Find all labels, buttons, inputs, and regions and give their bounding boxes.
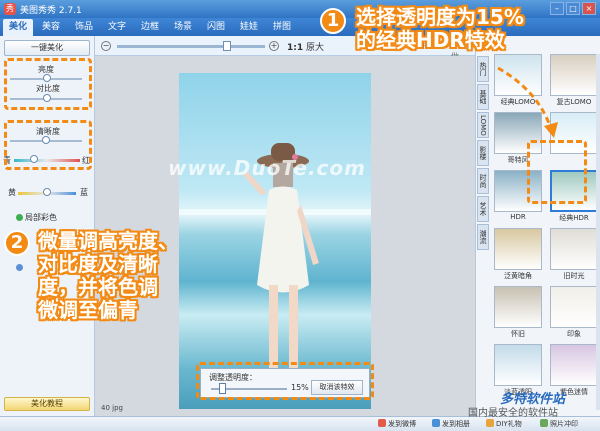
effect-preview-image bbox=[494, 228, 542, 270]
one-click-beautify-button[interactable]: 一键美化 bbox=[4, 40, 90, 56]
local-color-button[interactable]: 局部彩色 bbox=[16, 212, 57, 223]
effect-thumbnail[interactable]: 泛黄暗角 bbox=[494, 228, 542, 280]
share-weibo-button[interactable]: 发到微博 bbox=[378, 419, 416, 429]
effect-preview-image bbox=[550, 286, 598, 328]
effect-name-label: 旧时光 bbox=[563, 272, 585, 280]
app-title: 美图秀秀 2.7.1 bbox=[20, 6, 82, 16]
effect-preview-image bbox=[550, 228, 598, 270]
tab-fashion[interactable]: 时尚 bbox=[477, 168, 489, 194]
edited-photo[interactable] bbox=[179, 73, 371, 409]
diy-gift-button[interactable]: DIY礼物 bbox=[486, 419, 522, 429]
tab-studio[interactable]: 影楼 bbox=[477, 140, 489, 166]
weibo-icon bbox=[378, 419, 386, 427]
footer-watermark: 国内最安全的软件站 bbox=[468, 408, 558, 419]
gift-icon bbox=[486, 419, 494, 427]
share-album-button[interactable]: 发到相册 bbox=[432, 419, 470, 429]
effect-preview-image bbox=[494, 286, 542, 328]
tool-icon bbox=[16, 264, 23, 271]
palette-icon bbox=[16, 214, 23, 221]
album-icon bbox=[432, 419, 440, 427]
zoom-slider-thumb[interactable] bbox=[223, 41, 231, 51]
effect-thumbnail[interactable]: 印象 bbox=[550, 286, 598, 338]
effects-scrollbar[interactable] bbox=[596, 54, 600, 410]
step-1-arrow-icon bbox=[497, 66, 558, 138]
highlight-transparency bbox=[196, 362, 374, 400]
blue-label: 蓝 bbox=[80, 188, 88, 197]
step-1-text: 选择透明度为15% 的经典HDR特效 bbox=[356, 5, 524, 52]
effect-thumbnail[interactable]: 旧时光 bbox=[550, 228, 598, 280]
print-icon bbox=[540, 419, 548, 427]
effect-name-label: 怀旧 bbox=[511, 330, 525, 338]
zoom-out-icon[interactable]: − bbox=[101, 41, 111, 51]
app-logo-icon: 秀 bbox=[4, 3, 16, 15]
zoom-ratio[interactable]: 1:1 原大 bbox=[287, 40, 324, 53]
effect-preview-image bbox=[494, 344, 542, 386]
close-button[interactable]: × bbox=[582, 2, 596, 15]
effect-name-label: 经典HDR bbox=[559, 214, 589, 222]
tab-doll[interactable]: 娃娃 bbox=[234, 19, 264, 36]
effect-thumbnail[interactable]: 怀旧 bbox=[494, 286, 542, 338]
image-size-label: 40 jpg bbox=[101, 404, 123, 412]
step-2-badge: 2 bbox=[4, 230, 30, 256]
tab-beautify[interactable]: 美化 bbox=[3, 19, 33, 36]
effect-name-label: 泛黄暗角 bbox=[504, 272, 532, 280]
window-controls: – □ × bbox=[550, 2, 596, 15]
beautify-tutorial-button[interactable]: 美化教程 bbox=[4, 397, 90, 411]
maximize-button[interactable]: □ bbox=[566, 2, 580, 15]
tab-accessories[interactable]: 饰品 bbox=[69, 19, 99, 36]
highlight-brightness-contrast bbox=[4, 58, 92, 110]
effect-name-label: 印象 bbox=[567, 330, 581, 338]
tab-collage[interactable]: 拼图 bbox=[267, 19, 297, 36]
tab-border[interactable]: 边框 bbox=[135, 19, 165, 36]
zoom-slider[interactable] bbox=[117, 45, 265, 48]
effect-preview-image bbox=[550, 344, 598, 386]
yellow-blue-slider-thumb[interactable] bbox=[43, 188, 51, 196]
tab-basic[interactable]: 基础 bbox=[477, 84, 489, 110]
yellow-label: 黄 bbox=[8, 188, 16, 197]
tab-popular[interactable]: 热门 bbox=[477, 56, 489, 82]
tab-trend[interactable]: 潮流 bbox=[477, 224, 489, 250]
photo-print-button[interactable]: 照片冲印 bbox=[540, 419, 578, 429]
step-2-text: 微量调高亮度、 对比度及清晰 度，并将色调 微调至偏青 bbox=[38, 229, 178, 322]
tab-flash[interactable]: 闪图 bbox=[201, 19, 231, 36]
tab-scene[interactable]: 场景 bbox=[168, 19, 198, 36]
zoom-in-icon[interactable]: + bbox=[269, 41, 279, 51]
highlight-clarity-tone bbox=[4, 120, 92, 170]
tool-item-1[interactable] bbox=[16, 263, 25, 272]
step-1-badge: 1 bbox=[320, 8, 346, 34]
tab-text[interactable]: 文字 bbox=[102, 19, 132, 36]
effect-name-label: HDR bbox=[510, 213, 526, 221]
tab-lomo[interactable]: LOMO bbox=[477, 112, 489, 138]
site-watermark: www.DuoTe.com bbox=[168, 156, 366, 180]
tab-beauty[interactable]: 美容 bbox=[36, 19, 66, 36]
tab-art[interactable]: 艺术 bbox=[477, 196, 489, 222]
highlight-classic-hdr bbox=[527, 140, 587, 204]
minimize-button[interactable]: – bbox=[550, 2, 564, 15]
